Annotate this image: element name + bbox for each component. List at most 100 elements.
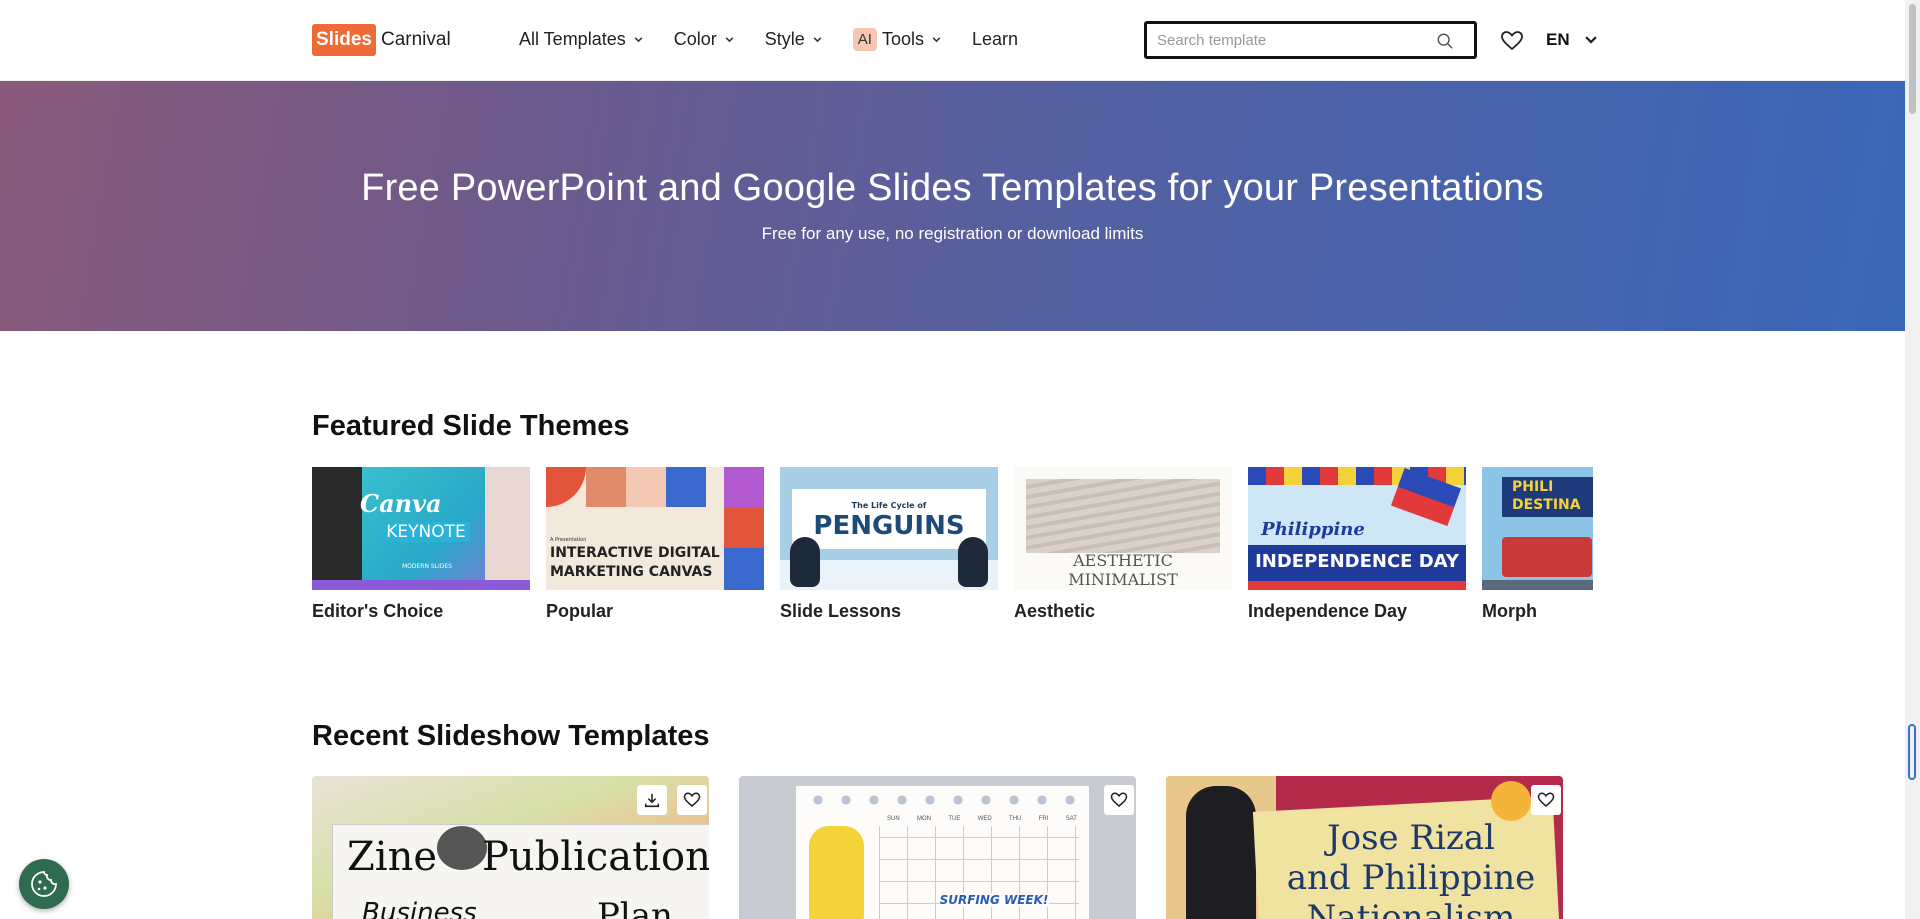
- nav-color[interactable]: Color: [674, 29, 735, 50]
- jeepney-image: [1502, 537, 1592, 577]
- nav-style[interactable]: Style: [765, 29, 823, 50]
- cookie-icon: [31, 871, 57, 897]
- chevron-down-icon: [932, 37, 941, 43]
- nav-tools-label: Tools: [881, 29, 924, 49]
- thumb-title-line2: DESTINA: [1512, 497, 1581, 513]
- nav-learn[interactable]: Learn: [972, 29, 1018, 50]
- thumb-title: PHILI: [1512, 479, 1554, 495]
- cookie-settings-button[interactable]: [19, 859, 69, 909]
- thumb-title: PENGUINS: [813, 511, 965, 541]
- day-wed: WED: [977, 816, 992, 822]
- scrollbar-thumb[interactable]: [1909, 4, 1916, 114]
- lips-image: [437, 826, 487, 870]
- recent-title: Recent Slideshow Templates: [312, 720, 710, 752]
- red-strip: [1248, 581, 1466, 590]
- download-button[interactable]: [637, 785, 667, 815]
- card-subtitle: Business: [362, 898, 477, 919]
- favorite-button[interactable]: [1104, 785, 1134, 815]
- card-subtitle-line2: Plan: [597, 896, 673, 919]
- template-card-surfing[interactable]: SUN MON TUE WED THU FRI SAT SURFING WEEK…: [739, 776, 1136, 919]
- theme-card-independence-day[interactable]: Philippine INDEPENDENCE DAY Independence…: [1248, 467, 1466, 627]
- featured-themes-carousel: Canva KEYNOTE MODERN SLIDES Editor's Cho…: [312, 467, 1593, 627]
- theme-card-morph[interactable]: PHILI DESTINA Morph: [1482, 467, 1593, 627]
- side-widget-handle[interactable]: [1908, 724, 1916, 780]
- ai-badge: AI: [852, 28, 877, 51]
- decor-shape: [666, 467, 706, 507]
- page-scrollbar[interactable]: [1905, 0, 1920, 919]
- person-image: [312, 467, 362, 590]
- decor-shape: [586, 467, 626, 507]
- calendar-days: SUN MON TUE WED THU FRI SAT: [887, 816, 1077, 824]
- decor-shape: [626, 467, 666, 507]
- thumb-title: Canva: [360, 489, 442, 518]
- nav-ai-tools[interactable]: AI Tools: [852, 28, 942, 51]
- template-card-zine[interactable]: Zine Publication Business Plan: [312, 776, 709, 919]
- theme-card-slide-lessons[interactable]: The Life Cycle of PENGUINS Slide Lessons: [780, 467, 998, 627]
- theme-label: Aesthetic: [1014, 601, 1096, 621]
- card-title-line2: Publication: [482, 834, 709, 880]
- theme-card-aesthetic[interactable]: AESTHETIC MINIMALIST Aesthetic: [1014, 467, 1232, 627]
- card-title-line2: and Philippine: [1286, 858, 1536, 898]
- decor-shape: [724, 467, 764, 590]
- hero-title: Free PowerPoint and Google Slides Templa…: [361, 167, 1544, 209]
- search-input[interactable]: [1147, 24, 1427, 56]
- chevron-down-icon: [725, 37, 734, 43]
- heart-icon: [683, 792, 701, 807]
- person-image: [485, 467, 530, 590]
- thumb-caption: MODERN SLIDES: [401, 563, 452, 570]
- theme-card-popular[interactable]: A Presentation INTERACTIVE DIGITAL MARKE…: [546, 467, 764, 627]
- binder-holes: [804, 794, 1084, 806]
- sun-image: [1491, 781, 1531, 821]
- favorite-button[interactable]: [1531, 785, 1561, 815]
- day-sat: SAT: [1065, 816, 1077, 822]
- card-title: Jose Rizal: [1326, 818, 1495, 858]
- favorite-button[interactable]: [677, 785, 707, 815]
- site-logo[interactable]: Slides Carnival: [312, 24, 451, 56]
- theme-card-editors-choice[interactable]: Canva KEYNOTE MODERN SLIDES Editor's Cho…: [312, 467, 530, 627]
- decor-strip: [312, 580, 530, 590]
- sand-image: [1026, 479, 1220, 553]
- language-selector[interactable]: EN: [1546, 30, 1598, 50]
- hero-subtitle: Free for any use, no registration or dow…: [761, 224, 1144, 243]
- search-icon[interactable]: [1436, 32, 1454, 50]
- template-card-jose-rizal[interactable]: Jose Rizal and Philippine Nationalism: [1166, 776, 1563, 919]
- thumb-subtitle: The Life Cycle of: [851, 501, 927, 510]
- road: [1482, 580, 1593, 590]
- card-title: SURFING WEEK!: [939, 893, 1049, 907]
- penguin-image: [958, 537, 988, 587]
- penguin-image: [790, 537, 820, 587]
- theme-label: Editor's Choice: [312, 601, 444, 621]
- chevron-down-icon: [1584, 36, 1597, 44]
- thumb-title-line2: MARKETING CANVAS: [550, 564, 713, 580]
- day-mon: MON: [917, 816, 932, 822]
- day-thu: THU: [1009, 816, 1022, 822]
- featured-title: Featured Slide Themes: [312, 410, 630, 442]
- heart-icon: [1537, 792, 1555, 807]
- chevron-down-icon: [813, 37, 822, 43]
- main-nav: All Templates Color Style AI Tools Learn: [519, 28, 1048, 51]
- language-label: EN: [1546, 30, 1570, 49]
- favorites-heart-icon[interactable]: [1500, 29, 1524, 53]
- theme-thumbnail: Philippine INDEPENDENCE DAY: [1248, 467, 1466, 590]
- chevron-down-icon: [634, 37, 643, 43]
- thumb-title: INDEPENDENCE DAY: [1255, 551, 1459, 572]
- thumb-caption: A Presentation: [550, 537, 587, 543]
- thumb-subtitle: KEYNOTE: [382, 522, 470, 542]
- day-fri: FRI: [1038, 816, 1049, 822]
- nav-style-label: Style: [764, 29, 805, 49]
- card-title: Zine: [347, 834, 438, 880]
- nav-all-templates[interactable]: All Templates: [519, 29, 644, 50]
- nav-learn-label: Learn: [971, 29, 1019, 49]
- thumb-title: AESTHETIC MINIMALIST: [1068, 551, 1178, 589]
- site-header: Slides Carnival All Templates Color Styl…: [0, 0, 1905, 81]
- heart-icon: [1110, 792, 1128, 807]
- hero-banner: Free PowerPoint and Google Slides Templa…: [0, 81, 1905, 331]
- theme-label: Popular: [546, 601, 614, 621]
- theme-label: Independence Day: [1248, 601, 1408, 621]
- day-sun: SUN: [887, 816, 900, 822]
- surfer-image: [809, 826, 864, 919]
- decor-shape: [546, 467, 586, 507]
- portrait-image: [1186, 786, 1256, 919]
- theme-thumbnail: The Life Cycle of PENGUINS: [780, 467, 998, 590]
- thumb-title: INTERACTIVE DIGITAL: [550, 545, 720, 561]
